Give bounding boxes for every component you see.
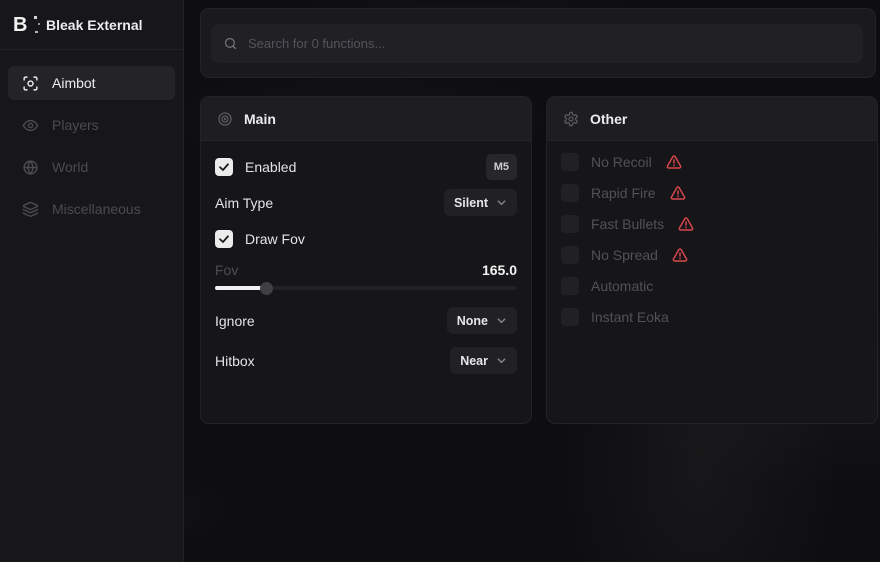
no-recoil-row: No Recoil xyxy=(561,153,863,171)
app-logo-icon: B xyxy=(13,14,35,36)
fast-bullets-checkbox[interactable] xyxy=(561,215,579,233)
aim-type-dropdown[interactable]: Silent xyxy=(444,189,517,216)
instant-eoka-row: Instant Eoka xyxy=(561,308,863,326)
no-recoil-label: No Recoil xyxy=(591,154,652,170)
rapid-fire-checkbox[interactable] xyxy=(561,184,579,202)
sidebar-item-label: Players xyxy=(52,117,99,133)
instant-eoka-label: Instant Eoka xyxy=(591,309,669,325)
automatic-row: Automatic xyxy=(561,277,863,295)
draw-fov-row: Draw Fov xyxy=(215,225,517,252)
fov-slider-fill xyxy=(215,286,266,290)
enabled-label: Enabled xyxy=(245,159,296,175)
aim-type-value: Silent xyxy=(454,196,488,210)
ignore-label: Ignore xyxy=(215,313,255,329)
rapid-fire-label: Rapid Fire xyxy=(591,185,656,201)
fov-slider[interactable] xyxy=(215,281,517,295)
other-panel-title: Other xyxy=(590,111,627,127)
hitbox-row: Hitbox Near xyxy=(215,347,517,374)
app-title: Bleak External xyxy=(46,17,143,33)
sidebar-item-aimbot[interactable]: Aimbot xyxy=(8,66,175,100)
aim-type-row: Aim Type Silent xyxy=(215,189,517,216)
draw-fov-label: Draw Fov xyxy=(245,231,305,247)
hitbox-label: Hitbox xyxy=(215,353,255,369)
sidebar-item-miscellaneous[interactable]: Miscellaneous xyxy=(8,192,175,226)
chevron-down-icon xyxy=(496,355,507,366)
hitbox-value: Near xyxy=(460,354,488,368)
hitbox-dropdown[interactable]: Near xyxy=(450,347,517,374)
warning-icon xyxy=(670,185,686,201)
main-panel: Main Enabled M5 Aim Type Silent xyxy=(200,96,532,424)
sidebar-item-players[interactable]: Players xyxy=(8,108,175,142)
aim-type-label: Aim Type xyxy=(215,195,273,211)
sidebar-item-world[interactable]: World xyxy=(8,150,175,184)
other-panel: Other No Recoil Rapid Fire Fast Bullets … xyxy=(546,96,878,424)
fov-slider-thumb[interactable] xyxy=(260,282,273,295)
eye-icon xyxy=(22,117,39,134)
chevron-down-icon xyxy=(496,315,507,326)
no-recoil-checkbox[interactable] xyxy=(561,153,579,171)
enabled-row: Enabled M5 xyxy=(215,153,517,180)
search-icon xyxy=(223,36,238,51)
globe-icon xyxy=(22,159,39,176)
ignore-row: Ignore None xyxy=(215,307,517,334)
chevron-down-icon xyxy=(496,197,507,208)
check-icon xyxy=(218,161,230,173)
check-icon xyxy=(218,233,230,245)
main-panel-header: Main xyxy=(201,97,531,141)
sidebar-item-label: Miscellaneous xyxy=(52,201,141,217)
main-panel-body: Enabled M5 Aim Type Silent Draw Fov Fov … xyxy=(201,141,531,423)
other-panel-header: Other xyxy=(547,97,877,141)
layers-icon xyxy=(22,201,39,218)
main-panel-title: Main xyxy=(244,111,276,127)
search-input[interactable] xyxy=(248,36,851,51)
no-spread-row: No Spread xyxy=(561,246,863,264)
instant-eoka-checkbox[interactable] xyxy=(561,308,579,326)
no-spread-label: No Spread xyxy=(591,247,658,263)
warning-icon xyxy=(666,154,682,170)
keybind-badge[interactable]: M5 xyxy=(486,154,517,180)
search-panel xyxy=(200,8,876,78)
fast-bullets-label: Fast Bullets xyxy=(591,216,664,232)
brand: B Bleak External xyxy=(0,0,183,50)
draw-fov-checkbox[interactable] xyxy=(215,230,233,248)
fov-value-row: Fov 165.0 xyxy=(215,261,517,279)
rapid-fire-row: Rapid Fire xyxy=(561,184,863,202)
sidebar-item-label: Aimbot xyxy=(52,75,96,91)
crosshair-icon xyxy=(22,75,39,92)
fast-bullets-row: Fast Bullets xyxy=(561,215,863,233)
warning-icon xyxy=(678,216,694,232)
automatic-label: Automatic xyxy=(591,278,653,294)
gear-icon xyxy=(563,111,579,127)
search-box[interactable] xyxy=(211,24,863,63)
automatic-checkbox[interactable] xyxy=(561,277,579,295)
enabled-checkbox[interactable] xyxy=(215,158,233,176)
fov-value: 165.0 xyxy=(482,262,517,278)
ignore-value: None xyxy=(457,314,488,328)
fov-label: Fov xyxy=(215,262,238,278)
sidebar-nav: Aimbot Players World Miscellaneous xyxy=(0,50,183,226)
target-icon xyxy=(217,111,233,127)
ignore-dropdown[interactable]: None xyxy=(447,307,517,334)
warning-icon xyxy=(672,247,688,263)
no-spread-checkbox[interactable] xyxy=(561,246,579,264)
other-panel-body: No Recoil Rapid Fire Fast Bullets No Spr… xyxy=(547,141,877,423)
sidebar-item-label: World xyxy=(52,159,88,175)
sidebar: B Bleak External Aimbot Players World Mi… xyxy=(0,0,184,562)
